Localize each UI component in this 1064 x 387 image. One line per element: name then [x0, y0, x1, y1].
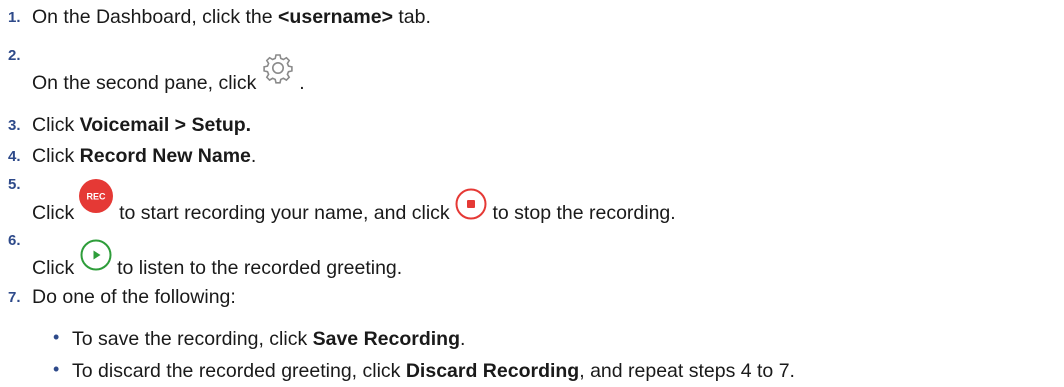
step-1-pre: On the Dashboard, click the: [32, 6, 279, 28]
step-3-number: 3.: [8, 117, 21, 134]
record-icon-label: REC: [86, 191, 106, 201]
bullet-discard-recording: Discard Recording: [405, 360, 580, 382]
bullet-dot: •: [53, 327, 60, 347]
bullet-discard-pre: To discard the recorded greeting, click: [72, 360, 406, 382]
gear-icon: [262, 52, 294, 90]
step-4-number: 4.: [8, 148, 21, 165]
step-2-number: 2.: [8, 47, 21, 64]
instruction-list: 1. On the Dashboard, click the <username…: [0, 0, 1064, 387]
bullet-save-pre: To save the recording, click: [72, 328, 313, 350]
step-4-text: Click Record New Name.: [32, 144, 256, 168]
step-6-text: Click to listen to the recorded greeting…: [32, 239, 403, 280]
step-3-menu-path: Voicemail > Setup.: [79, 114, 252, 136]
play-icon: [80, 239, 112, 277]
bullet-dot: •: [53, 359, 60, 379]
step-6-pre: Click: [32, 257, 80, 279]
bullet-discard-post: , and repeat steps 4 to 7.: [579, 360, 795, 382]
step-6-post: to listen to the recorded greeting.: [111, 257, 403, 279]
step-4-pre: Click: [32, 145, 80, 167]
bullet-discard: To discard the recorded greeting, click …: [72, 359, 795, 383]
step-1-number: 1.: [8, 9, 21, 26]
step-7-pre: Do one of the following:: [32, 286, 236, 308]
step-4-post: .: [250, 145, 257, 167]
step-1-text: On the Dashboard, click the <username> t…: [32, 5, 431, 29]
step-5-number: 5.: [8, 176, 21, 193]
step-1-post: tab.: [392, 6, 431, 28]
step-5-mid: to start recording your name, and click: [113, 202, 456, 224]
step-7-text: Do one of the following:: [32, 285, 236, 309]
stop-icon: [455, 188, 487, 226]
step-4-record-new-name: Record New Name: [79, 145, 251, 167]
step-2-post: .: [293, 72, 305, 94]
step-3-text: Click Voicemail > Setup.: [32, 113, 251, 137]
bullet-save-post: .: [460, 328, 466, 350]
record-icon: REC: [78, 178, 114, 220]
step-2-pre: On the second pane, click: [32, 72, 262, 94]
step-5-post: to stop the recording.: [487, 202, 676, 224]
step-6-number: 6.: [8, 232, 21, 249]
step-3-pre: Click: [32, 114, 80, 136]
bullet-save: To save the recording, click Save Record…: [72, 327, 465, 351]
step-7-number: 7.: [8, 289, 21, 306]
step-5-text: Click REC to start recording your name, …: [32, 178, 676, 226]
step-2-text: On the second pane, click .: [32, 54, 305, 95]
step-5-pre: Click: [32, 202, 80, 224]
step-1-username: <username>: [278, 6, 393, 28]
bullet-save-recording: Save Recording: [312, 328, 460, 350]
